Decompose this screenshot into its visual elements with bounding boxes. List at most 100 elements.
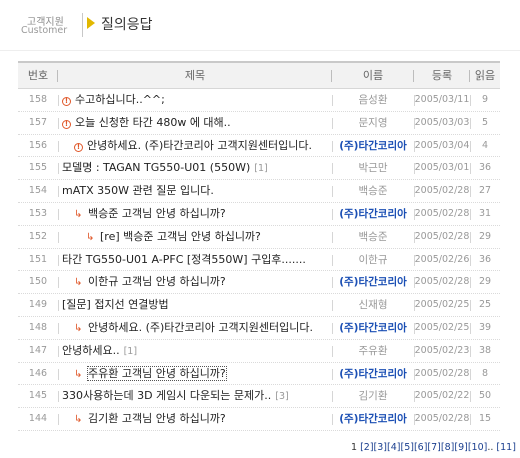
- table-row[interactable]: 149 [질문] 접지선 연결방법 신재형 2005/02/25 25: [18, 294, 500, 317]
- post-number: 154: [28, 185, 48, 197]
- page-link[interactable]: [8]: [441, 442, 454, 453]
- post-title-link[interactable]: 백승준 고객님 안녕 하십니까?: [88, 207, 226, 220]
- post-title-cell[interactable]: 330사용하는데 3D 게임시 다운되는 문제가.. [3]: [62, 385, 330, 407]
- column-separator: [414, 391, 415, 403]
- new-post-icon: !: [62, 97, 71, 106]
- post-number: 153: [28, 207, 48, 219]
- column-separator: [332, 345, 333, 357]
- column-separator: [414, 254, 415, 266]
- column-separator: [414, 414, 415, 426]
- read-count: 50: [478, 390, 492, 402]
- post-title-cell[interactable]: ! 오늘 신청한 타간 480w 에 대해..: [62, 112, 330, 134]
- qna-board-table: 번호 제목 이름 등록 읽음 158! 수고하십니다..^^; 음성환 2005/03…: [18, 61, 500, 431]
- post-title-link[interactable]: 이한규 고객님 안녕 하십니까?: [88, 275, 226, 288]
- column-separator: [332, 300, 333, 312]
- column-separator: [58, 186, 59, 198]
- page-link[interactable]: [9]: [454, 442, 467, 453]
- column-separator: [58, 322, 59, 334]
- post-number: 144: [28, 413, 48, 425]
- post-number: 150: [28, 276, 48, 288]
- post-title-cell[interactable]: ↳ 백승준 고객님 안녕 하십니까?: [62, 203, 330, 225]
- post-title-link[interactable]: 오늘 신청한 타간 480w 에 대해..: [75, 116, 231, 129]
- page-link[interactable]: [5]: [400, 442, 413, 453]
- author-name: (주)타간코리아: [339, 367, 407, 380]
- post-title-cell[interactable]: ! 수고하십니다..^^;: [62, 89, 330, 111]
- table-row[interactable]: 150 ↳ 이한규 고객님 안녕 하십니까? (주)타간코리아 2005/02/28 29: [18, 271, 500, 295]
- post-date: 2005/02/28: [414, 367, 470, 379]
- author-name: 음성환: [358, 94, 388, 106]
- post-title-cell[interactable]: [질문] 접지선 연결방법: [62, 294, 330, 316]
- post-title-cell[interactable]: ↳ 이한규 고객님 안녕 하십니까?: [62, 271, 330, 293]
- post-title-link[interactable]: 타간 TG550-U01 A-PFC [정격550W] 구입후.......: [62, 253, 306, 266]
- post-title-link[interactable]: 안녕하세요. (주)타간코리아 고객지원센터입니다.: [87, 139, 312, 152]
- table-row[interactable]: 155 모델명 : TAGAN TG550-U01 (550W) [1] 박근만 200…: [18, 157, 500, 181]
- column-separator: [332, 140, 333, 152]
- post-title-cell[interactable]: 모델명 : TAGAN TG550-U01 (550W) [1]: [62, 157, 330, 179]
- table-row[interactable]: 157! 오늘 신청한 타간 480w 에 대해.. 문지영 2005/03/03 5: [18, 112, 500, 135]
- author-name: 문지영: [358, 116, 388, 129]
- post-title-cell[interactable]: ↳ 김기환 고객님 안녕 하십니까?: [62, 408, 330, 430]
- page-link[interactable]: [3]: [374, 442, 387, 453]
- table-row[interactable]: 147 안녕하세요.. [1] 주유환 2005/02/23 38: [18, 340, 500, 363]
- table-row[interactable]: 152 ↳ [re] 백승준 고객님 안녕 하십니까? 백승준 2005/02/28 29: [18, 226, 500, 249]
- page-link[interactable]: [2]: [360, 442, 373, 453]
- column-separator: [470, 140, 471, 152]
- post-title-link[interactable]: 모델명 : TAGAN TG550-U01 (550W): [62, 161, 250, 174]
- comment-count: [3]: [275, 391, 289, 403]
- table-row[interactable]: 153 ↳ 백승준 고객님 안녕 하십니까? (주)타간코리아 2005/02/28 31: [18, 203, 500, 226]
- post-title-link[interactable]: 330사용하는데 3D 게임시 다운되는 문제가..: [62, 389, 271, 402]
- post-title-link[interactable]: 안녕하세요. (주)타간코리아 고객지원센터입니다.: [88, 321, 313, 334]
- column-separator: [414, 163, 415, 175]
- post-title-cell[interactable]: ↳ [re] 백승준 고객님 안녕 하십니까?: [62, 226, 330, 248]
- post-title-cell[interactable]: ↳ 주유환 고객님 안녕 하십니까?: [62, 363, 330, 385]
- post-title-link[interactable]: mATX 350W 관련 질문 입니다.: [62, 184, 214, 197]
- post-date: 2005/02/22: [414, 390, 470, 402]
- table-row[interactable]: 145 330사용하는데 3D 게임시 다운되는 문제가.. [3] 김기환 2005/…: [18, 385, 500, 409]
- table-row[interactable]: 146 ↳ 주유환 고객님 안녕 하십니까? (주)타간코리아 2005/02/28 8: [18, 363, 500, 386]
- table-row[interactable]: 154 mATX 350W 관련 질문 입니다. 백승준 2005/02/28 27: [18, 180, 500, 203]
- column-separator: [58, 277, 59, 289]
- post-title-cell[interactable]: 안녕하세요.. [1]: [62, 340, 330, 362]
- page-link[interactable]: [10]: [468, 442, 488, 453]
- column-separator: [470, 368, 471, 380]
- author-name: (주)타간코리아: [339, 321, 407, 334]
- post-title-link[interactable]: 김기환 고객님 안녕 하십니까?: [88, 412, 226, 425]
- table-row[interactable]: 158! 수고하십니다..^^; 음성환 2005/03/11 9: [18, 89, 500, 112]
- post-title-link[interactable]: 안녕하세요..: [62, 344, 120, 357]
- post-title-cell[interactable]: ! 안녕하세요. (주)타간코리아 고객지원센터입니다.: [62, 135, 330, 157]
- column-separator: [58, 345, 59, 357]
- table-row[interactable]: 144 ↳ 김기환 고객님 안녕 하십니까? (주)타간코리아 2005/02/28 15: [18, 408, 500, 431]
- author-name: (주)타간코리아: [339, 139, 407, 152]
- column-separator: [470, 300, 471, 312]
- table-row[interactable]: 148 ↳ 안녕하세요. (주)타간코리아 고객지원센터입니다. (주)타간코리아 20…: [18, 317, 500, 340]
- post-title-cell[interactable]: 타간 TG550-U01 A-PFC [정격550W] 구입후.......: [62, 249, 330, 271]
- column-header-no: 번호: [18, 63, 58, 89]
- column-separator: [58, 300, 59, 312]
- post-title-cell[interactable]: ↳ 안녕하세요. (주)타간코리아 고객지원센터입니다.: [62, 317, 330, 339]
- page-link[interactable]: [6]: [414, 442, 427, 453]
- post-number: 149: [28, 299, 48, 311]
- read-count: 36: [478, 162, 492, 174]
- column-separator: [58, 208, 59, 220]
- author-name: 신재형: [358, 299, 388, 312]
- reply-arrow-icon: ↳: [74, 368, 83, 380]
- post-title-link[interactable]: [re] 백승준 고객님 안녕 하십니까?: [100, 230, 261, 243]
- read-count: 38: [478, 344, 492, 356]
- column-separator: [58, 368, 59, 380]
- column-separator: [414, 300, 415, 312]
- post-title-link[interactable]: [질문] 접지선 연결방법: [62, 298, 169, 311]
- post-date: 2005/02/23: [414, 344, 470, 356]
- table-row[interactable]: 156! 안녕하세요. (주)타간코리아 고객지원센터입니다. (주)타간코리아 20…: [18, 135, 500, 158]
- pagination: 1 [2][3][4][5][6][7][8][9][10].. [11]: [351, 442, 520, 453]
- column-separator: [414, 277, 415, 289]
- post-title-link[interactable]: 주유환 고객님 안녕 하십니까?: [87, 365, 227, 381]
- header-divider-line: [0, 50, 520, 51]
- post-title-link[interactable]: 수고하십니다..^^;: [75, 93, 165, 106]
- read-count: 9: [481, 94, 489, 105]
- page-link[interactable]: [4]: [387, 442, 400, 453]
- post-title-cell[interactable]: mATX 350W 관련 질문 입니다.: [62, 180, 330, 202]
- author-name: 박근만: [358, 162, 388, 175]
- table-row[interactable]: 151 타간 TG550-U01 A-PFC [정격550W] 구입후......…: [18, 249, 500, 272]
- page-link[interactable]: [7]: [427, 442, 440, 453]
- page-last[interactable]: [11]: [496, 442, 516, 453]
